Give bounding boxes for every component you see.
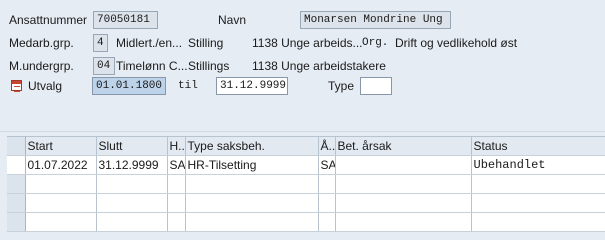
row-selector[interactable] [7, 193, 26, 213]
row-selector[interactable] [7, 155, 26, 175]
column-header-type-saksbeh[interactable]: Type saksbeh. [185, 136, 319, 156]
column-header-start[interactable]: Start [25, 136, 97, 156]
calendar-icon[interactable] [11, 80, 22, 92]
table-row[interactable] [7, 174, 605, 194]
cell-slutt [96, 174, 168, 194]
navn-field[interactable]: Monarsen Mondrine Ung [300, 11, 451, 29]
cell-h [167, 174, 186, 194]
column-header-bet-arsak[interactable]: Bet. årsak [335, 136, 472, 156]
cell-h [167, 212, 186, 232]
medarb-grp-text: Midlert./en... [116, 36, 183, 50]
cell-start [25, 193, 97, 213]
section-divider [0, 131, 605, 132]
org-label: Org. [362, 37, 389, 49]
utvalg-label: Utvalg [28, 79, 63, 93]
cell-slutt: 31.12.9999 [96, 155, 168, 175]
m-undergrp-text: Timelønn C... [116, 59, 188, 73]
cell-status: Ubehandlet [471, 155, 605, 175]
cases-table: Start Slutt H.. Type saksbeh. Å.. Bet. å… [7, 136, 605, 232]
navn-label: Navn [218, 13, 247, 27]
row-selector[interactable] [7, 212, 26, 232]
cell-type-saksbeh [185, 193, 319, 213]
column-header-status[interactable]: Status [471, 136, 605, 156]
cell-status [471, 212, 605, 232]
cell-slutt [96, 193, 168, 213]
medarb-grp-code-field[interactable]: 4 [93, 34, 108, 52]
table-row[interactable] [7, 212, 605, 232]
cell-a [318, 193, 336, 213]
medarb-grp-label: Medarb.grp. [9, 36, 74, 50]
utvalg-from-input[interactable]: 01.01.1800 [92, 77, 166, 95]
cell-bet-arsak [335, 155, 472, 175]
cell-a: SA [318, 155, 336, 175]
m-undergrp-label: M.undergrp. [9, 59, 74, 73]
cell-type-saksbeh [185, 212, 319, 232]
table-row[interactable]: 01.07.2022 31.12.9999 SA HR-Tilsetting S… [7, 155, 605, 175]
select-all-cell[interactable] [7, 136, 26, 156]
m-undergrp-code-field[interactable]: 04 [93, 57, 115, 75]
cell-bet-arsak [335, 174, 472, 194]
cell-start: 01.07.2022 [25, 155, 97, 175]
ansattnummer-field[interactable]: 70050181 [93, 11, 158, 29]
table-row[interactable] [7, 193, 605, 213]
cell-status [471, 174, 605, 194]
type-label: Type [328, 79, 355, 93]
cell-bet-arsak [335, 212, 472, 232]
utvalg-to-input[interactable]: 31.12.9999 [216, 77, 288, 95]
stillings-label: Stillings [188, 59, 230, 73]
column-header-a[interactable]: Å.. [318, 136, 336, 156]
stillings-text: 1138 Unge arbeidstakere [252, 59, 386, 73]
column-header-h[interactable]: H.. [167, 136, 186, 156]
cell-type-saksbeh: HR-Tilsetting [185, 155, 319, 175]
cell-bet-arsak [335, 193, 472, 213]
cell-status [471, 193, 605, 213]
cell-type-saksbeh [185, 174, 319, 194]
cell-h: SA [167, 155, 186, 175]
cell-a [318, 212, 336, 232]
row-selector[interactable] [7, 174, 26, 194]
stilling-text: 1138 Unge arbeids... [252, 36, 363, 50]
cell-a [318, 174, 336, 194]
org-text: Drift og vedlikehold øst [395, 36, 518, 50]
cell-start [25, 212, 97, 232]
type-input[interactable] [360, 77, 392, 95]
ansattnummer-label: Ansattnummer [9, 13, 88, 27]
column-header-slutt[interactable]: Slutt [96, 136, 168, 156]
til-label: til [178, 80, 198, 92]
cell-slutt [96, 212, 168, 232]
cell-h [167, 193, 186, 213]
cell-start [25, 174, 97, 194]
stilling-label: Stilling [188, 36, 224, 50]
